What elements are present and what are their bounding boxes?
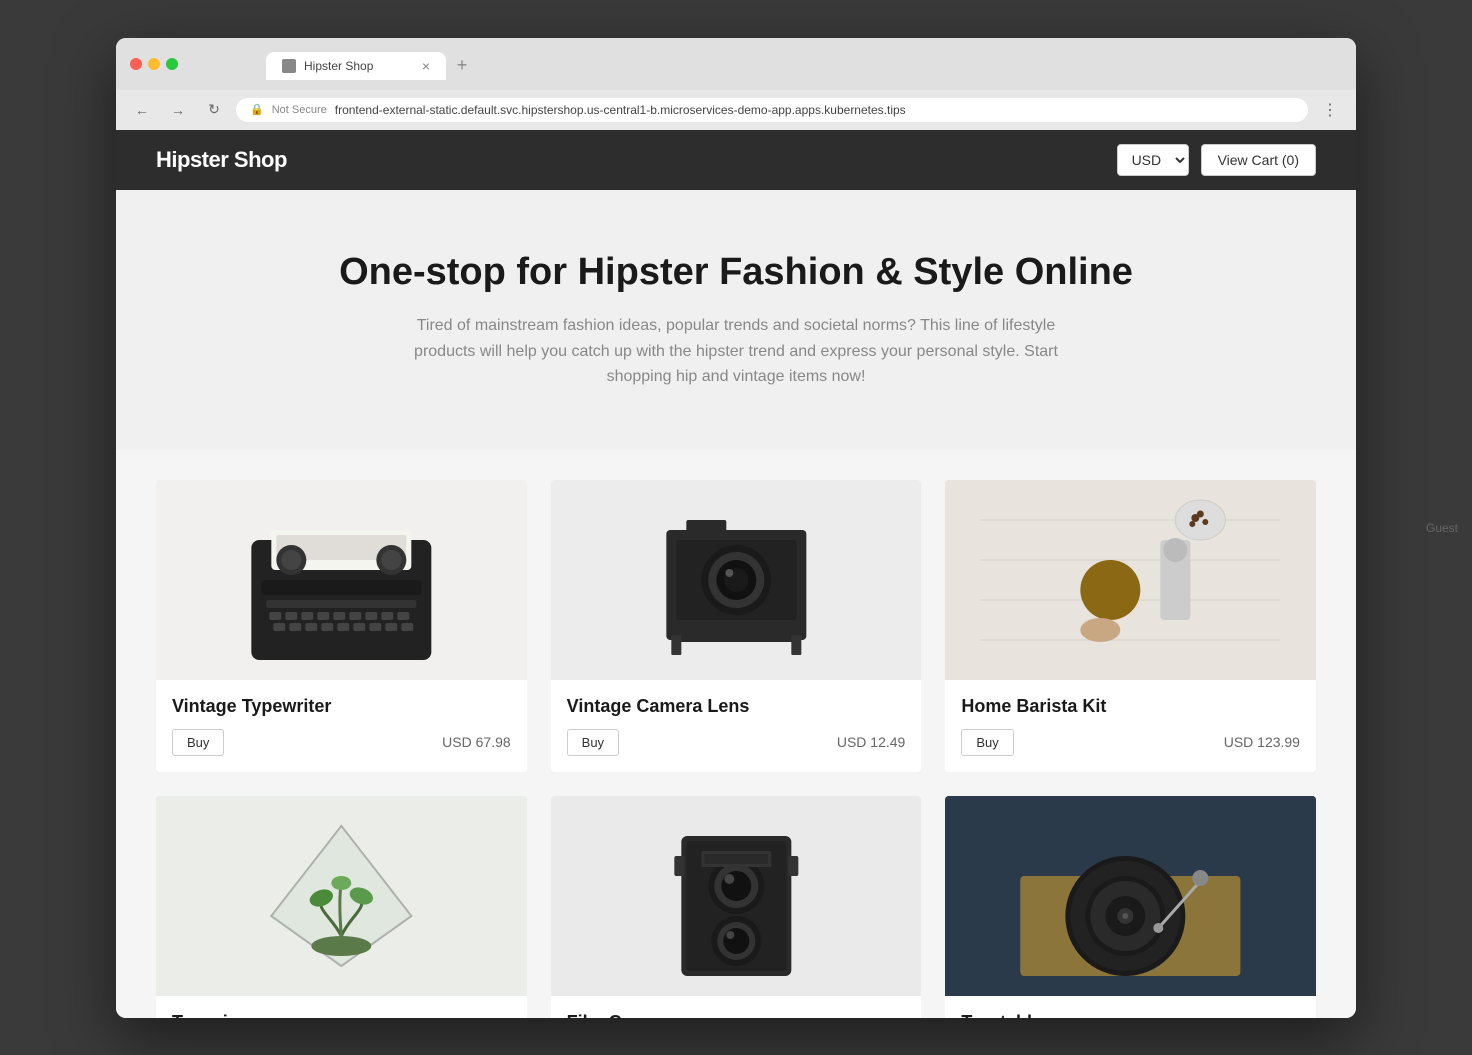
- product-info-vintage-typewriter: Vintage Typewriter Buy USD 67.98: [156, 680, 527, 772]
- product-card-vintage-camera-lens[interactable]: Vintage Camera Lens Buy USD 12.49: [551, 480, 922, 772]
- close-window-button[interactable]: [130, 58, 142, 70]
- more-options-button[interactable]: ⋮: [1316, 96, 1344, 124]
- active-tab[interactable]: Hipster Shop ×: [266, 52, 446, 80]
- hero-title: One-stop for Hipster Fashion & Style Onl…: [156, 250, 1316, 296]
- minimize-window-button[interactable]: [148, 58, 160, 70]
- product-name-vintage-camera-2: Film Camera: [567, 1012, 906, 1018]
- product-footer-vintage-typewriter: Buy USD 67.98: [172, 729, 511, 756]
- address-bar[interactable]: 🔒 Not Secure frontend-external-static.de…: [236, 98, 1308, 122]
- products-section: Vintage Typewriter Buy USD 67.98 Vintage…: [116, 450, 1356, 1018]
- tab-bar: Hipster Shop × +: [186, 52, 556, 80]
- product-name-vintage-camera-lens: Vintage Camera Lens: [567, 696, 906, 717]
- hero-section: One-stop for Hipster Fashion & Style Onl…: [116, 190, 1356, 450]
- product-image-turntable: [945, 796, 1316, 996]
- buy-button-home-barista-kit[interactable]: Buy: [961, 729, 1013, 756]
- product-card-home-barista-kit[interactable]: Home Barista Kit Buy USD 123.99: [945, 480, 1316, 772]
- currency-selector[interactable]: USD EUR GBP: [1117, 144, 1189, 176]
- product-name-terrarium: Terrarium: [172, 1012, 511, 1018]
- hero-subtitle: Tired of mainstream fashion ideas, popul…: [386, 313, 1086, 390]
- url-display: frontend-external-static.default.svc.hip…: [335, 103, 906, 117]
- view-cart-button[interactable]: View Cart (0): [1201, 144, 1316, 176]
- product-image-vintage-camera-2: [551, 796, 922, 996]
- back-button[interactable]: ←: [128, 96, 156, 124]
- product-footer-vintage-camera-lens: Buy USD 12.49: [567, 729, 906, 756]
- reload-button[interactable]: ↻: [200, 96, 228, 124]
- header-actions: USD EUR GBP View Cart (0): [1117, 144, 1316, 176]
- site-logo[interactable]: Hipster Shop: [156, 147, 287, 173]
- title-bar: Hipster Shop × + Guest: [116, 38, 1356, 90]
- security-icon: 🔒: [250, 103, 264, 116]
- product-name-vintage-typewriter: Vintage Typewriter: [172, 696, 511, 717]
- tab-close-button[interactable]: ×: [422, 59, 430, 73]
- product-info-home-barista-kit: Home Barista Kit Buy USD 123.99: [945, 680, 1316, 772]
- new-tab-button[interactable]: +: [448, 52, 476, 80]
- product-price-vintage-typewriter: USD 67.98: [442, 734, 510, 750]
- traffic-lights: [130, 58, 178, 70]
- browser-window: Hipster Shop × + Guest ← → ↻ 🔒 Not Secur…: [116, 38, 1356, 1018]
- product-name-turntable: Turntable: [961, 1012, 1300, 1018]
- tab-favicon: [282, 59, 296, 73]
- product-image-terrarium: [156, 796, 527, 996]
- product-price-vintage-camera-lens: USD 12.49: [837, 734, 905, 750]
- site-header: Hipster Shop USD EUR GBP View Cart (0): [116, 130, 1356, 190]
- products-grid: Vintage Typewriter Buy USD 67.98 Vintage…: [156, 480, 1316, 1018]
- product-price-home-barista-kit: USD 123.99: [1224, 734, 1300, 750]
- product-footer-home-barista-kit: Buy USD 123.99: [961, 729, 1300, 756]
- product-card-vintage-typewriter[interactable]: Vintage Typewriter Buy USD 67.98: [156, 480, 527, 772]
- product-info-vintage-camera-2: Film Camera Buy USD 89.99: [551, 996, 922, 1018]
- product-image-vintage-camera-lens: [551, 480, 922, 680]
- product-name-home-barista-kit: Home Barista Kit: [961, 696, 1300, 717]
- product-card-vintage-camera-2[interactable]: Film Camera Buy USD 89.99: [551, 796, 922, 1018]
- product-card-terrarium[interactable]: Terrarium Buy USD 35.00: [156, 796, 527, 1018]
- page-content: Hipster Shop USD EUR GBP View Cart (0) O…: [116, 130, 1356, 1018]
- buy-button-vintage-typewriter[interactable]: Buy: [172, 729, 224, 756]
- security-label: Not Secure: [272, 104, 327, 116]
- maximize-window-button[interactable]: [166, 58, 178, 70]
- product-card-turntable[interactable]: Turntable Buy USD 199.99: [945, 796, 1316, 1018]
- forward-button[interactable]: →: [164, 96, 192, 124]
- address-bar-row: ← → ↻ 🔒 Not Secure frontend-external-sta…: [116, 90, 1356, 130]
- product-info-vintage-camera-lens: Vintage Camera Lens Buy USD 12.49: [551, 680, 922, 772]
- product-image-home-barista-kit: [945, 480, 1316, 680]
- tab-title: Hipster Shop: [304, 59, 414, 73]
- browser-chrome: Hipster Shop × + Guest ← → ↻ 🔒 Not Secur…: [116, 38, 1356, 130]
- product-image-vintage-typewriter: [156, 480, 527, 680]
- product-info-terrarium: Terrarium Buy USD 35.00: [156, 996, 527, 1018]
- buy-button-vintage-camera-lens[interactable]: Buy: [567, 729, 619, 756]
- product-info-turntable: Turntable Buy USD 199.99: [945, 996, 1316, 1018]
